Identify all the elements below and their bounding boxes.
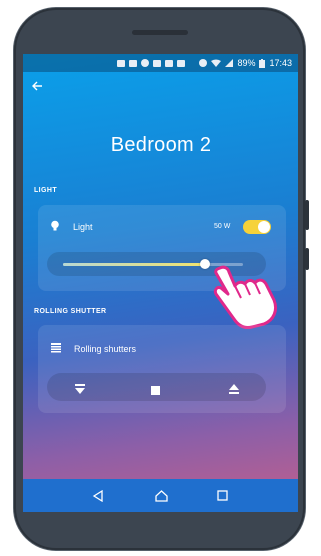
notification-icon bbox=[177, 59, 186, 67]
light-toggle[interactable] bbox=[243, 220, 271, 234]
pointing-hand-icon bbox=[213, 265, 278, 329]
shutter-name: Rolling shutters bbox=[74, 344, 137, 354]
battery-percent: 89% bbox=[237, 58, 256, 68]
dnd-icon bbox=[199, 59, 208, 67]
app-screen: 89% 17:43 Bedroom 2 LIGHT Light 50 W ROL… bbox=[23, 54, 298, 512]
back-button[interactable] bbox=[31, 80, 43, 96]
light-name: Light bbox=[73, 222, 93, 232]
section-label-light: LIGHT bbox=[34, 187, 57, 194]
stop-icon bbox=[151, 386, 160, 395]
signal-icon bbox=[225, 59, 234, 67]
toggle-knob bbox=[258, 221, 270, 233]
wifi-icon bbox=[211, 59, 222, 67]
notification-icon bbox=[117, 59, 126, 67]
nav-back-button[interactable] bbox=[83, 479, 113, 512]
nav-recents-button[interactable] bbox=[207, 479, 237, 512]
page-title: Bedroom 2 bbox=[110, 134, 212, 156]
arrow-left-icon bbox=[32, 81, 42, 91]
brightness-fill bbox=[63, 263, 206, 266]
volume-button bbox=[305, 200, 309, 230]
status-bar: 89% 17:43 bbox=[23, 54, 298, 72]
speaker-grille bbox=[132, 30, 188, 35]
shutter-icon bbox=[51, 343, 61, 353]
clock: 17:43 bbox=[269, 58, 292, 68]
shutter-up-icon bbox=[229, 384, 239, 394]
calendar-icon bbox=[129, 59, 138, 67]
battery-icon bbox=[259, 58, 266, 68]
power-button bbox=[305, 248, 309, 270]
shutter-stop-button[interactable] bbox=[151, 382, 160, 400]
shutter-down-button[interactable] bbox=[75, 381, 85, 399]
shutter-up-button[interactable] bbox=[229, 381, 239, 399]
app-notification-icon bbox=[141, 59, 150, 67]
nav-recents-icon bbox=[216, 490, 228, 501]
bulb-icon bbox=[51, 220, 59, 231]
notification-icon bbox=[165, 59, 174, 67]
power-reading: 50 W bbox=[214, 223, 231, 230]
nav-home-icon bbox=[154, 489, 168, 502]
shutter-down-icon bbox=[75, 384, 85, 394]
nav-home-button[interactable] bbox=[146, 479, 176, 512]
shutter-controls bbox=[47, 373, 266, 401]
navigation-bar bbox=[23, 479, 298, 512]
section-label-rolling-shutter: ROLLING SHUTTER bbox=[34, 308, 107, 315]
nav-back-icon bbox=[92, 489, 103, 502]
notification-icon bbox=[153, 59, 162, 67]
